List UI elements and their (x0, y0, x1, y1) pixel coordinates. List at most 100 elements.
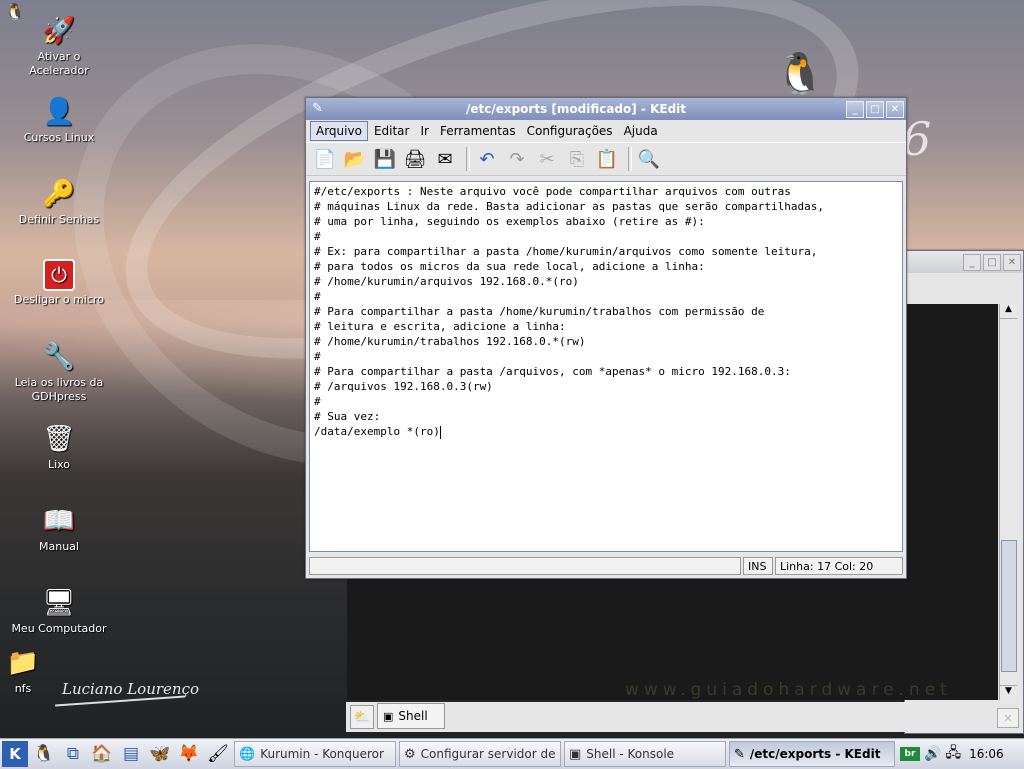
scroll-up-icon[interactable]: ▲ (1000, 304, 1017, 319)
desktop-icon-meu-computador[interactable]: 🖥 Meu Computador (4, 586, 114, 636)
keys-icon: 🔑 (42, 179, 76, 209)
tux-launcher-icon[interactable]: 🐧 (31, 741, 57, 767)
scroll-down-icon[interactable]: ▼ (1000, 685, 1017, 700)
network-icon[interactable]: 🖧 (945, 742, 961, 766)
find-icon[interactable]: 🔍 (636, 146, 662, 172)
kedit-window[interactable]: ✎ /etc/exports [modificado] - KEdit _ □ … (305, 97, 907, 579)
power-icon: ⏻ (43, 259, 75, 291)
menu-arquivo[interactable]: Arquivo (310, 121, 368, 141)
task-label: Kurumin - Konqueror (260, 747, 384, 761)
edit-launcher-icon[interactable]: 🖌 (205, 741, 231, 767)
desktop-icon-label: Definir Senhas (18, 213, 100, 226)
maximize-button[interactable]: □ (866, 100, 884, 118)
desktop-icon-acelerador[interactable]: 🚀 Ativar o Acelerador (4, 14, 114, 78)
user-icon: 👤 (42, 97, 76, 127)
text-cursor (439, 425, 441, 439)
send-mail-icon[interactable]: ✉ (432, 146, 458, 172)
new-file-icon[interactable]: 📄 (312, 146, 338, 172)
windows-launcher-icon[interactable]: ⧉ (60, 741, 86, 767)
toolbar: 📄 📂 💾 🖨 ✉ ↶ ↷ ✂ ⎘ 📋 🔍 (306, 142, 906, 176)
text-editor[interactable]: #/etc/exports : Neste arquivo você pode … (309, 181, 903, 552)
paste-icon[interactable]: 📋 (594, 146, 620, 172)
clock[interactable]: 16:06 (969, 747, 1004, 761)
desktop-icon-livros[interactable]: 🔧 Leia os livros da GDHpress (4, 340, 114, 404)
cut-icon[interactable]: ✂ (534, 146, 560, 172)
firefox-icon[interactable]: 🦊 (176, 741, 202, 767)
desktop-icon-cursos-linux[interactable]: 👤 Cursos Linux (4, 95, 114, 145)
scrollbar-thumb[interactable] (1001, 540, 1017, 672)
print-icon[interactable]: 🖨 (402, 146, 428, 172)
menu-configuracoes[interactable]: Configurações (522, 122, 618, 140)
desktop-icon-definir-senhas[interactable]: 🔑 Definir Senhas (4, 177, 114, 227)
keyboard-layout-indicator[interactable]: br (900, 747, 920, 761)
menu-ajuda[interactable]: Ajuda (619, 122, 663, 140)
computer-icon: 🖥 (42, 588, 76, 618)
home-icon[interactable]: 🏠 (89, 741, 115, 767)
task-configurar[interactable]: ⚙ Configurar servidor de e (399, 741, 561, 767)
toolbar-separator (628, 147, 632, 171)
toolbar-separator (466, 147, 470, 171)
desktop-icon-label: Leia os livros da GDHpress (14, 376, 104, 403)
konsole-icon: ▣ (569, 746, 582, 762)
konsole-scrollbar[interactable]: ▲ ▼ (999, 304, 1017, 700)
desktop-icon-label: Cursos Linux (23, 131, 95, 144)
konsole-titlebar[interactable]: _ □ ✕ (905, 251, 1023, 273)
close-button[interactable]: ✕ (1003, 253, 1021, 271)
desktop-icon-label: Desligar o micro (14, 293, 104, 306)
menu-ferramentas[interactable]: Ferramentas (435, 122, 521, 140)
undo-icon[interactable]: ↶ (474, 146, 500, 172)
task-label: Shell - Konsole (586, 747, 675, 761)
desktop-switch-icon[interactable]: ▤ (118, 741, 144, 767)
config-icon: ⚙ (404, 746, 416, 762)
tux-icon: 🐧 (775, 51, 825, 97)
minimize-button[interactable]: _ (963, 253, 981, 271)
kedit-app-icon[interactable]: ✎ (312, 101, 323, 116)
close-button[interactable]: ✕ (886, 100, 904, 118)
redo-icon[interactable]: ↷ (504, 146, 530, 172)
new-session-button[interactable]: ⛅ (350, 705, 374, 729)
maximize-button[interactable]: □ (983, 253, 1001, 271)
terminal-watermark: www.guiadohardware.net (625, 680, 952, 700)
desktop-icon-lixo[interactable]: 🗑 Lixo (4, 422, 114, 472)
book-icon: 📖 (42, 506, 76, 536)
menu-ir[interactable]: Ir (415, 122, 433, 140)
copy-icon[interactable]: ⎘ (564, 146, 590, 172)
editor-content: #/etc/exports : Neste arquivo você pode … (314, 185, 824, 438)
k-menu-icon[interactable]: K (2, 741, 28, 767)
task-kedit[interactable]: ✎ /etc/exports - KEdit (729, 741, 895, 767)
status-insert-mode: INS (743, 557, 773, 575)
desktop-icon-label: nfs (14, 682, 32, 695)
status-cursor-position: Linha: 17 Col: 20 (775, 557, 903, 575)
save-icon[interactable]: 💾 (372, 146, 398, 172)
desktop-icon-label: Ativar o Acelerador (29, 50, 89, 77)
taskbar: K 🐧 ⧉ 🏠 ▤ 🦋 🦊 🖌 🌐 Kurumin - Konqueror ⚙ … (0, 738, 1024, 769)
tab-label: Shell (398, 709, 428, 723)
minimize-button[interactable]: _ (846, 100, 864, 118)
task-konqueror[interactable]: 🌐 Kurumin - Konqueror (234, 741, 396, 767)
close-tab-button[interactable]: ✕ (997, 708, 1019, 728)
task-label: /etc/exports - KEdit (749, 747, 881, 761)
konsole-tabbar (346, 702, 1022, 732)
desktop-icon-label: Manual (39, 540, 79, 553)
rocket-icon: 🚀 (42, 16, 76, 46)
desktop-icon-label: Meu Computador (11, 622, 107, 635)
folder-icon: 📁 (6, 648, 40, 678)
volume-icon[interactable]: 🔊 (924, 746, 941, 762)
statusbar: INS Linha: 17 Col: 20 (309, 557, 905, 575)
window-title: /etc/exports [modificado] - KEdit (465, 102, 687, 116)
desktop-icon-label: Lixo (47, 458, 71, 471)
desktop-icon-manual[interactable]: 📖 Manual (4, 504, 114, 554)
terminal-icon: ▣ (383, 709, 394, 723)
desktop-icon-desligar[interactable]: ⏻ Desligar o micro (4, 259, 114, 307)
butterfly-icon[interactable]: 🦋 (147, 741, 173, 767)
konqueror-icon: 🌐 (239, 746, 256, 762)
tab-shell[interactable]: ▣ Shell (377, 703, 445, 729)
task-konsole[interactable]: ▣ Shell - Konsole (564, 741, 726, 767)
menu-editar[interactable]: Editar (369, 122, 415, 140)
trash-icon: 🗑 (42, 424, 76, 454)
desktop-icon-nfs[interactable]: 📁 nfs (0, 646, 78, 696)
status-message (309, 557, 741, 575)
kedit-titlebar[interactable]: ✎ /etc/exports [modificado] - KEdit _ □ … (306, 98, 906, 120)
open-folder-icon[interactable]: 📂 (342, 146, 368, 172)
task-label: Configurar servidor de e (420, 747, 561, 761)
